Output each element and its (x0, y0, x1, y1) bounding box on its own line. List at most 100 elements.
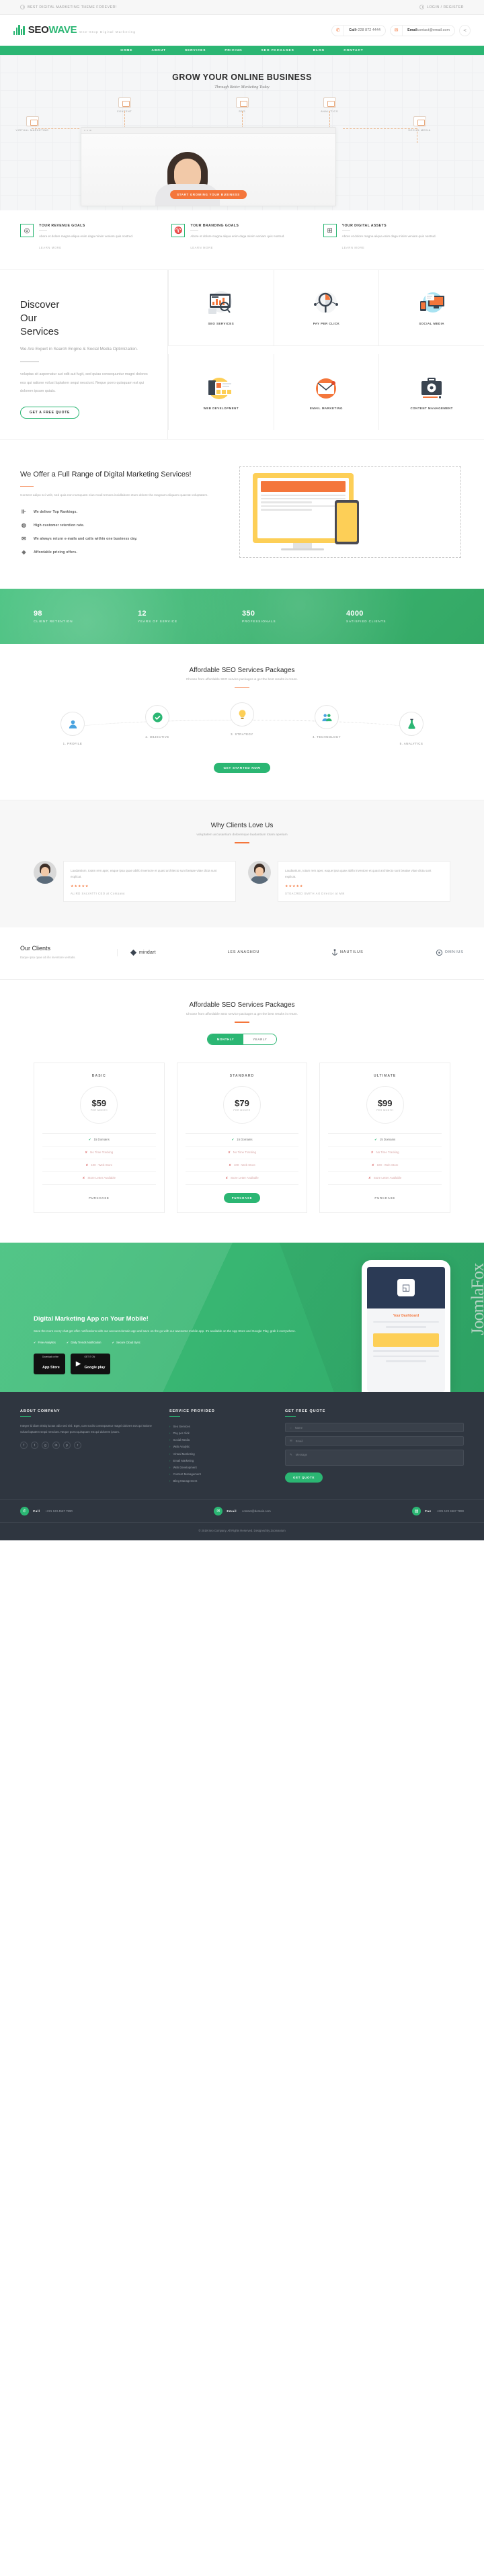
step-objective[interactable]: 2. OBJECTIVE (138, 705, 176, 745)
purchase-button[interactable]: PURCHASE (223, 1192, 261, 1203)
footer-link-seo-services[interactable]: Seo Services (169, 1423, 270, 1429)
service-card-seo-services[interactable]: SEO SERVICES (168, 269, 274, 346)
plan-feature: ✘ 100 - Web Store (42, 1159, 156, 1172)
check-icon: ✔ (112, 1340, 115, 1344)
plan-feature: ✔ 15 Domains (328, 1134, 442, 1147)
feature-learn-more-link[interactable]: LEARN MORE (190, 246, 213, 249)
nav-item-pricing[interactable]: PRICING (225, 49, 242, 52)
testimonials-title: Why Clients Love Us (210, 822, 274, 830)
chart-icon: ⊞ (323, 224, 337, 237)
testimonial-role: CEO at Company (98, 891, 125, 895)
nav-item-home[interactable]: HOME (120, 49, 132, 52)
logo[interactable]: SEOWAVE One-Stop Digital Marketing (13, 24, 136, 36)
app-store-button[interactable]: Download on the App Store (34, 1353, 65, 1374)
range-point-response: ✉ We always return e-mails and calls wit… (20, 536, 222, 542)
feature-text: Abore et dolore magna aliqua enim daga m… (341, 235, 436, 238)
footer-link-pay-per-click[interactable]: Pay per click (169, 1430, 270, 1437)
nav-item-services[interactable]: SERVICES (185, 49, 206, 52)
client-logo-mindart[interactable]: mindart (130, 949, 156, 956)
footer-link-virtual-marketing[interactable]: Virtual Marketing (169, 1450, 270, 1457)
twitter-icon[interactable]: t (31, 1442, 38, 1450)
nav-item-about[interactable]: ABOUT (151, 49, 166, 52)
top-bar: BEST DIGITAL MARKETING THEME FOREVER! LO… (0, 0, 484, 15)
get-started-now-button[interactable]: GET STARTED NOW (214, 763, 270, 774)
get-quote-button[interactable]: GET QUOTE (285, 1472, 323, 1483)
brand-tagline: One-Stop Digital Marketing (79, 30, 136, 34)
toggle-yearly[interactable]: YEARLY (243, 1034, 277, 1044)
google-plus-icon[interactable]: g (42, 1442, 49, 1450)
footer-link-social-media[interactable]: Social Media (169, 1437, 270, 1444)
header-phone[interactable]: ✆ Call+228 872 4444 (331, 24, 387, 36)
facebook-icon[interactable]: f (20, 1442, 28, 1450)
footer-link-web-analytic[interactable]: Web Analytic (169, 1444, 270, 1450)
nav-item-seo-packages[interactable]: SEO PACKAGES (261, 49, 294, 52)
share-icon[interactable]: ≺ (459, 24, 471, 36)
get-free-quote-button[interactable]: GET A FREE QUOTE (20, 406, 79, 419)
client-logo-nautilus[interactable]: NAUTILUS (331, 949, 364, 956)
mail-icon: ✉ (22, 536, 26, 542)
feature-title: YOUR DIGITAL ASSETS (341, 224, 387, 228)
range-point-retention: ◍ High customer retention rate. (21, 522, 85, 529)
footer-contact-phone[interactable]: ✆ Call +221 123 4567 7890 (20, 1507, 73, 1515)
packages-steps-section: Affordable SEO Services Packages Choose … (0, 643, 484, 800)
pinterest-icon[interactable]: p (63, 1442, 71, 1450)
footer-link-email-marketing[interactable]: Email Marketing (169, 1457, 270, 1464)
testimonial-text: Laudantium, totam rem aper, eaque ipsa q… (285, 868, 432, 878)
service-card-social-media[interactable]: SOCIAL MEDIA (378, 269, 484, 346)
purchase-button[interactable]: PURCHASE (81, 1193, 118, 1203)
toggle-monthly[interactable]: MONTHLY (207, 1034, 244, 1044)
footer-contact-email[interactable]: ✉ Email contact@domain.com (214, 1507, 271, 1515)
range-text: Consect adipo sci velit, sed quia non nu… (20, 494, 208, 498)
footer-quote-form: GET FREE QUOTE ◌ Name ✉ Email ✎ Message … (285, 1409, 464, 1485)
quote-email-field[interactable]: ✉ Email (285, 1436, 464, 1446)
swirl-icon (436, 949, 442, 956)
linkedin-icon[interactable]: in (52, 1442, 60, 1450)
anchor-icon (332, 949, 337, 956)
quote-message-field[interactable]: ✎ Message (285, 1450, 464, 1466)
step-profile[interactable]: 1. PROFILE (54, 712, 91, 745)
footer-link-bling-management[interactable]: Bling Management (169, 1478, 270, 1485)
step-technology[interactable]: 4. TECHNOLOGY (308, 705, 346, 745)
envelope-icon: ✉ (290, 1439, 292, 1443)
packages-title: Affordable SEO Services Packages (189, 666, 295, 674)
footer-contact-fax[interactable]: ▤ Fax +221 123 4567 7890 (412, 1507, 464, 1515)
rss-icon[interactable]: r (74, 1442, 81, 1450)
purchase-button[interactable]: PURCHASE (366, 1193, 403, 1203)
counter-label: SATISFIED CLIENTS (346, 619, 387, 623)
app-title: Digital Marketing App on Your Mobile! (34, 1315, 149, 1323)
user-icon: ◌ (290, 1425, 292, 1429)
nav-item-contact[interactable]: CONTACT (344, 49, 363, 52)
client-logo-omnius[interactable]: OMNIUS (436, 949, 464, 956)
quote-name-field[interactable]: ◌ Name (285, 1423, 464, 1433)
billing-period-toggle[interactable]: MONTHLY YEARLY (206, 1033, 278, 1045)
range-point-rankings: ⊪ We deliver Top Rankings. (21, 509, 78, 515)
plan-price-badge: $99 PER MONTH (366, 1085, 404, 1124)
service-card-content-management[interactable]: CONTENT MANAGEMENT (378, 354, 484, 431)
range-illustration (234, 462, 464, 563)
services-heading: Discover Our Services (20, 298, 60, 338)
footer-about: ABOUT COMPANY Integer id diam tristiq lu… (20, 1409, 155, 1485)
header-email[interactable]: ✉ Emailcontact@email.com (390, 24, 455, 36)
hero-section: GROW YOUR ONLINE BUSINESS Through Better… (0, 55, 484, 210)
google-play-button[interactable]: ▶ GET IT ON Google play (70, 1353, 111, 1374)
feature-learn-more-link[interactable]: LEARN MORE (342, 246, 365, 249)
service-card-web-development[interactable]: WEB DEVELOPMENT (168, 354, 274, 431)
step-analytics[interactable]: 5. ANALYTICS (393, 712, 430, 745)
footer-link-content-management[interactable]: Content Management (169, 1471, 270, 1478)
service-label: WEB DEVELOPMENT (203, 406, 239, 410)
feature-learn-more-link[interactable]: LEARN MORE (39, 246, 62, 249)
login-register-link[interactable]: LOGIN / REGISTER (419, 5, 464, 9)
service-card-pay-per-click[interactable]: PAY PER CLICK (273, 269, 379, 346)
site-header: SEOWAVE One-Stop Digital Marketing ✆ Cal… (0, 15, 484, 46)
step-strategy[interactable]: 3. STRATEGY (223, 702, 261, 745)
nav-item-blog[interactable]: BLOG (313, 49, 325, 52)
brand-name-primary: SEO (28, 24, 49, 36)
node-box-icon (118, 97, 131, 108)
service-card-email-marketing[interactable]: EMAIL MARKETING (273, 354, 379, 431)
app-text: Save the more every chat get offer notif… (34, 1329, 296, 1333)
footer-link-web-development[interactable]: Web Development (169, 1464, 270, 1470)
diamond-icon (130, 949, 137, 956)
counters-section: 98 CLIENT RETENTION 12 YEARS OF SERVICE … (0, 588, 484, 644)
client-logo-les-anaghou[interactable]: LES ANAGHOU (228, 950, 259, 954)
hero-cta-button[interactable]: START GROWING YOUR BUSINESS (170, 190, 247, 199)
